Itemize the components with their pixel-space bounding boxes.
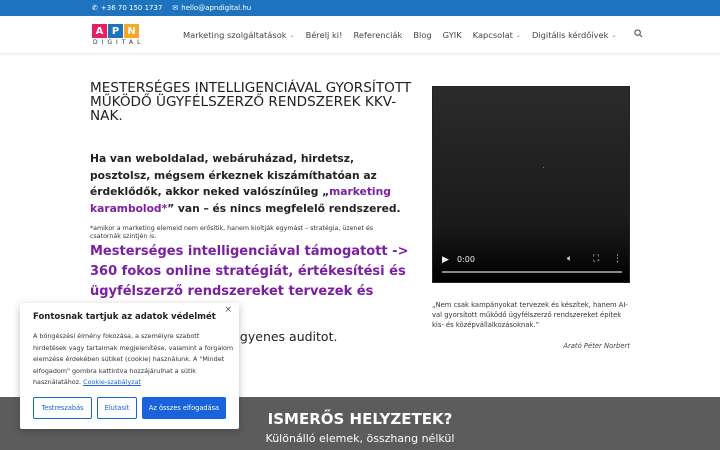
nav-item-references[interactable]: Referenciák xyxy=(353,30,402,40)
nav-item-label[interactable]: Kapcsolat xyxy=(473,30,513,40)
logo-subtitle: DIGITAL xyxy=(93,39,145,46)
nav-item-blog[interactable]: Blog xyxy=(413,30,431,40)
video-player[interactable]: ▶ 0:00 🔈︎ ⛶ ⋮ xyxy=(432,86,630,283)
nav-item-contact[interactable]: Kapcsolat ⌄ xyxy=(473,30,521,40)
phone-contact[interactable]: ✆ +36 70 150 1737 xyxy=(92,4,162,12)
logo-letters: A P N xyxy=(92,24,144,38)
play-icon[interactable]: ▶ xyxy=(442,255,449,265)
cookie-title: Fontosnak tartjuk az adatok védelmét xyxy=(33,312,216,322)
volume-icon[interactable]: 🔈︎ xyxy=(567,254,572,264)
more-vertical-icon[interactable]: ⋮ xyxy=(613,254,622,264)
hero-title: MESTERSÉGES INTELLIGENCIÁVAL GYORSÍTOTT … xyxy=(90,80,412,124)
mi-heading: Mesterséges intelligenciával támogatott … xyxy=(90,244,409,299)
site-header: A P N DIGITAL Marketing szolgáltatások ⌄ … xyxy=(0,16,720,54)
audit-text: ngyenes auditot. xyxy=(232,329,338,344)
quote-text: „Nem csak kampányokat tervezek és készít… xyxy=(432,301,628,329)
email-address[interactable]: hello@apndigital.hu xyxy=(181,4,251,12)
logo-letter-a: A xyxy=(92,24,107,38)
main-nav: Marketing szolgáltatások ⌄ Bérelj ki! Ref… xyxy=(183,16,643,54)
accept-all-button[interactable]: Az összes elfogadása xyxy=(142,397,226,419)
nav-item-label[interactable]: Bérelj ki! xyxy=(306,30,343,40)
site-logo[interactable]: A P N DIGITAL xyxy=(92,24,144,48)
nav-item-label[interactable]: Blog xyxy=(413,30,431,40)
cookie-banner: × Fontosnak tartjuk az adatok védelmét A… xyxy=(20,303,239,429)
nav-item-faq[interactable]: GYIK xyxy=(443,30,462,40)
reject-button[interactable]: Elutasít xyxy=(97,397,137,419)
email-contact[interactable]: ✉ hello@apndigital.hu xyxy=(172,4,251,12)
nav-item-label[interactable]: GYIK xyxy=(443,30,462,40)
video-time: 0:00 xyxy=(457,255,475,264)
video-controls: ▶ 0:00 🔈︎ ⛶ ⋮ xyxy=(433,246,629,282)
logo-letter-p: P xyxy=(108,24,123,38)
nav-item-label[interactable]: Marketing szolgáltatások xyxy=(183,30,287,40)
nav-item-label[interactable]: Referenciák xyxy=(353,30,402,40)
nav-item-marketing[interactable]: Marketing szolgáltatások ⌄ xyxy=(183,30,295,40)
logo-letter-n: N xyxy=(124,24,139,38)
cookie-body: A böngészési élmény fokozása, a személyr… xyxy=(33,331,235,389)
close-icon[interactable]: × xyxy=(224,305,232,315)
nav-item-surveys[interactable]: Digitális kérdőívek ⌄ xyxy=(532,30,617,40)
hero-lead: Ha van weboldalad, webáruházad, hirdetsz… xyxy=(90,151,408,217)
hero-lead-part2: ” van – és nincs megfelelő rendszered. xyxy=(167,201,401,215)
chevron-down-icon: ⌄ xyxy=(289,31,295,39)
nav-item-hire[interactable]: Bérelj ki! xyxy=(306,30,343,40)
hero-footnote: *amikor a marketing elemeid nem erősítik… xyxy=(90,225,374,240)
customize-button[interactable]: Testreszabás xyxy=(33,397,92,419)
chevron-down-icon: ⌄ xyxy=(611,31,617,39)
fullscreen-icon[interactable]: ⛶ xyxy=(593,254,599,264)
chevron-down-icon: ⌄ xyxy=(515,31,521,39)
top-bar: ✆ +36 70 150 1737 ✉ hello@apndigital.hu xyxy=(0,0,720,16)
quote-author: Arató Péter Norbert xyxy=(563,342,630,350)
phone-number[interactable]: +36 70 150 1737 xyxy=(101,4,163,12)
search-icon[interactable] xyxy=(633,29,643,41)
envelope-icon: ✉ xyxy=(172,4,179,12)
band-subtitle: Különálló elemek, összhang nélkül xyxy=(265,432,455,445)
phone-icon: ✆ xyxy=(92,4,98,12)
nav-item-label[interactable]: Digitális kérdőívek xyxy=(532,30,609,40)
video-progress-bar[interactable] xyxy=(442,271,622,273)
video-frame xyxy=(543,167,544,168)
cookie-policy-link[interactable]: Cookie-szabályzat xyxy=(83,378,141,386)
